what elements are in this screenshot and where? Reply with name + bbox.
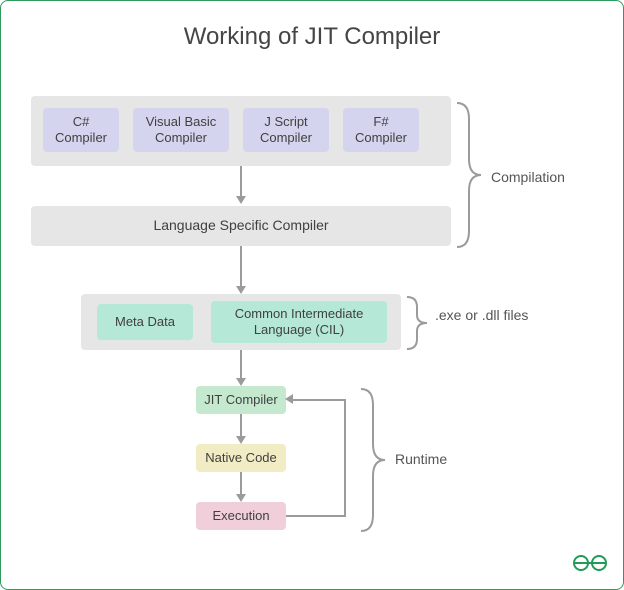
loop-seg-1 — [286, 515, 346, 517]
box-cil: Common Intermediate Language (CIL) — [211, 301, 387, 343]
box-execution: Execution — [196, 502, 286, 530]
brace-runtime — [359, 387, 387, 533]
arrow-1 — [240, 166, 242, 196]
box-csharp-compiler: C# Compiler — [43, 108, 119, 152]
arrow-5 — [240, 472, 242, 494]
arrow-1-head — [236, 196, 246, 204]
diagram-title: Working of JIT Compiler — [1, 23, 623, 51]
box-native-code: Native Code — [196, 444, 286, 472]
box-jit-compiler: JIT Compiler — [196, 386, 286, 414]
box-jscript-compiler: J Script Compiler — [243, 108, 329, 152]
arrow-5-head — [236, 494, 246, 502]
logo-geeksforgeeks — [573, 553, 607, 579]
box-metadata: Meta Data — [97, 304, 193, 340]
loop-seg-2 — [344, 399, 346, 517]
label-compilation: Compilation — [491, 169, 565, 185]
arrow-4-head — [236, 436, 246, 444]
loop-head — [285, 394, 293, 404]
diagram-frame: Working of JIT Compiler C# Compiler Visu… — [0, 0, 624, 590]
arrow-2-head — [236, 286, 246, 294]
box-fsharp-compiler: F# Compiler — [343, 108, 419, 152]
brace-files — [405, 295, 429, 351]
box-language-specific-compiler: Language Specific Compiler — [31, 206, 451, 246]
arrow-3-head — [236, 378, 246, 386]
box-vb-compiler: Visual Basic Compiler — [133, 108, 229, 152]
label-files: .exe or .dll files — [435, 307, 528, 324]
arrow-2 — [240, 246, 242, 286]
label-runtime: Runtime — [395, 451, 447, 467]
arrow-3 — [240, 350, 242, 378]
brace-compilation — [455, 101, 483, 249]
loop-seg-3 — [292, 399, 346, 401]
arrow-4 — [240, 414, 242, 436]
